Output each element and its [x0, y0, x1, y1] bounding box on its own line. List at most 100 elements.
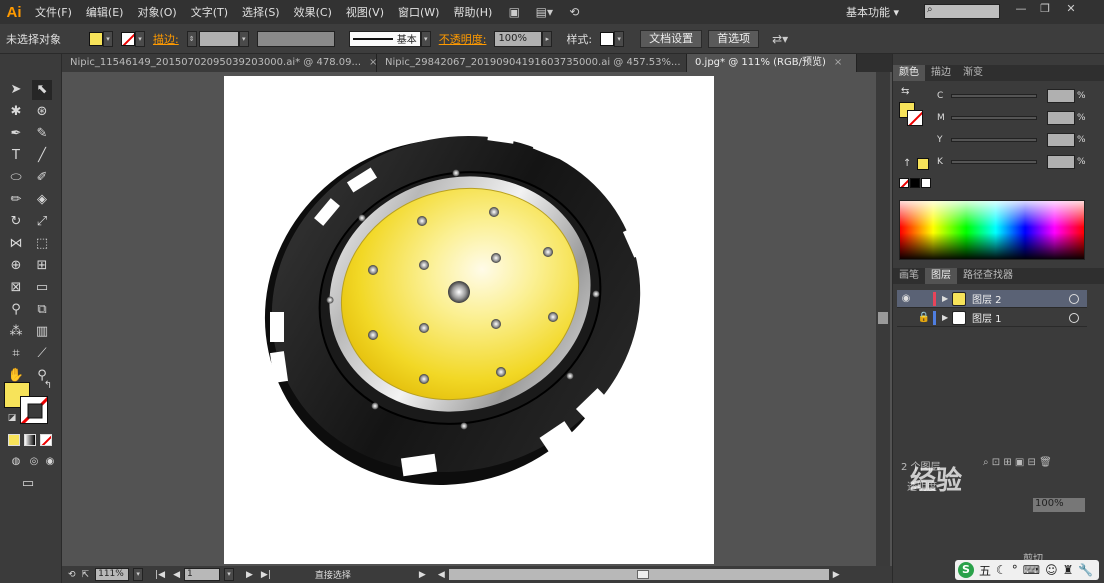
menu-file[interactable]: 文件(F) [28, 4, 79, 20]
moon-icon[interactable]: ☾ [996, 563, 1007, 577]
stroke-weight-dropdown[interactable]: ▾ [238, 30, 249, 47]
artboard[interactable] [224, 76, 714, 564]
tab-brushes[interactable]: 画笔 [893, 268, 925, 284]
color-spectrum[interactable] [899, 200, 1085, 260]
layer-footer-icons[interactable]: ⌕ ⊡ ⊞ ▣ ⊟ 🗑 [983, 457, 1052, 468]
tab-pathfinder[interactable]: 路径查找器 [957, 268, 1019, 284]
graphic-style-swatch[interactable] [600, 31, 615, 46]
menu-effect[interactable]: 效果(C) [287, 4, 339, 20]
perspective-grid-tool-icon[interactable]: ⊞ [32, 256, 52, 276]
menu-type[interactable]: 文字(T) [184, 4, 235, 20]
menu-view[interactable]: 视图(V) [339, 4, 391, 20]
expand-triangle-icon[interactable]: ▶ [942, 294, 952, 303]
out-of-gamut-icon[interactable]: ↑ [903, 158, 911, 169]
none-mode-icon[interactable] [40, 434, 52, 446]
draw-inside-icon[interactable]: ◉ [40, 452, 60, 472]
brush-definition[interactable]: 基本 [348, 30, 421, 47]
canvas-area[interactable] [62, 72, 876, 566]
lock-icon[interactable]: 🔒 [915, 312, 933, 323]
yellow-slider[interactable]: Y% [937, 132, 1087, 148]
cyan-value-field[interactable] [1047, 89, 1075, 103]
yellow-value-field[interactable] [1047, 133, 1075, 147]
horizontal-scrollbar[interactable] [448, 569, 829, 580]
variable-width-field[interactable] [256, 30, 335, 47]
color-mode-icon[interactable] [8, 434, 20, 446]
free-transform-tool-icon[interactable]: ⬚ [32, 234, 52, 254]
opacity-arrow[interactable]: ▸ [542, 30, 553, 47]
eraser-tool-icon[interactable]: ◈ [32, 190, 52, 210]
rotate-view-icon[interactable]: ⟲ [68, 570, 76, 580]
black-track[interactable] [951, 160, 1037, 164]
scroll-left-icon[interactable]: ◀ [438, 570, 445, 580]
opacity-field[interactable]: 100% [494, 30, 543, 47]
dot-icon[interactable]: ° [1012, 563, 1018, 577]
layer-row-2[interactable]: ◉ ▶ 图层 2 [897, 290, 1087, 308]
magenta-track[interactable] [951, 116, 1037, 120]
type-tool-icon[interactable]: T [6, 146, 26, 166]
menu-edit[interactable]: 编辑(E) [79, 4, 131, 20]
menu-window[interactable]: 窗口(W) [391, 4, 446, 20]
tab-stroke[interactable]: 描边 [925, 65, 957, 81]
slice-tool-icon[interactable]: ⟋ [32, 344, 52, 364]
default-colors-icon[interactable]: ◪ [2, 408, 22, 428]
tab-color[interactable]: 颜色 [893, 65, 925, 81]
shirt-icon[interactable]: ♜ [1063, 563, 1074, 577]
arrange-documents-icon[interactable]: ▤▾ [533, 4, 555, 20]
previous-artboard-icon[interactable]: ◀ [173, 570, 180, 580]
pencil-tool-icon[interactable]: ✏ [6, 190, 26, 210]
zoom-field[interactable]: 111% [95, 568, 130, 581]
paintbrush-tool-icon[interactable]: ✐ [32, 168, 52, 188]
last-artboard-icon[interactable]: ▶| [261, 570, 271, 580]
width-tool-icon[interactable]: ⋈ [6, 234, 26, 254]
artboard-tool-icon[interactable]: ⌗ [6, 344, 26, 364]
gradient-tool-icon[interactable]: ▭ [32, 278, 52, 298]
scroll-thumb[interactable] [878, 312, 888, 324]
preferences-button[interactable]: 首选项 [708, 29, 760, 48]
gpu-performance-icon[interactable]: ⟲ [563, 4, 585, 20]
opacity-label[interactable]: 不透明度: [439, 31, 487, 47]
eyedropper-tool-icon[interactable]: ⚲ [6, 300, 26, 320]
column-graph-tool-icon[interactable]: ▥ [32, 322, 52, 342]
stroke-weight-stepper[interactable]: ⇕ [186, 30, 197, 47]
stroke-dropdown[interactable]: ▾ [135, 30, 145, 47]
mesh-tool-icon[interactable]: ⊠ [6, 278, 26, 298]
brush-dropdown[interactable]: ▾ [420, 30, 431, 47]
close-icon[interactable]: × [369, 57, 376, 68]
visibility-eye-icon[interactable]: ◉ [897, 293, 915, 304]
tab-document-3[interactable]: 0.jpg* @ 111% (RGB/预览) × [687, 54, 857, 72]
blend-tool-icon[interactable]: ⧉ [32, 300, 52, 320]
white-swatch[interactable] [921, 178, 931, 188]
next-artboard-icon[interactable]: ▶ [246, 570, 253, 580]
vertical-scrollbar[interactable] [876, 72, 890, 566]
artboard-field[interactable]: 1 [183, 568, 220, 581]
black-slider[interactable]: K% [937, 154, 1087, 170]
artboard-dropdown[interactable]: ▾ [223, 568, 234, 581]
uplight-illustration[interactable] [224, 76, 714, 564]
magenta-value-field[interactable] [1047, 111, 1075, 125]
lasso-tool-icon[interactable]: ⊛ [32, 102, 52, 122]
layer-target-icon[interactable] [1069, 312, 1079, 323]
close-window-button[interactable]: ✕ [1060, 2, 1082, 16]
selection-tool-icon[interactable]: ➤ [6, 80, 26, 100]
shape-builder-tool-icon[interactable]: ⊕ [6, 256, 26, 276]
cyan-slider[interactable]: C% [937, 88, 1087, 104]
document-setup-button[interactable]: 文档设置 [640, 29, 703, 48]
layer-name[interactable]: 图层 1 [972, 310, 1069, 325]
ime-mode[interactable]: 五 [979, 562, 991, 579]
symbol-sprayer-tool-icon[interactable]: ⁂ [6, 322, 26, 342]
user-icon[interactable]: ☺ [1045, 563, 1058, 577]
keyboard-icon[interactable]: ⌨ [1023, 563, 1040, 577]
minimize-button[interactable]: — [1010, 2, 1032, 16]
close-icon[interactable]: × [834, 57, 842, 68]
magenta-slider[interactable]: M% [937, 110, 1087, 126]
cyan-track[interactable] [951, 94, 1037, 98]
stroke-weight-field[interactable] [198, 30, 239, 47]
tab-gradient[interactable]: 渐变 [957, 65, 989, 81]
stroke-swatch[interactable] [121, 31, 135, 46]
scroll-thumb[interactable] [636, 570, 649, 579]
fill-swatch[interactable] [89, 31, 103, 46]
magic-wand-tool-icon[interactable]: ✱ [6, 102, 26, 122]
export-icon[interactable]: ⇱ [82, 570, 90, 580]
fill-dropdown[interactable]: ▾ [103, 30, 113, 47]
screen-mode-icon[interactable]: ▭ [18, 474, 38, 494]
